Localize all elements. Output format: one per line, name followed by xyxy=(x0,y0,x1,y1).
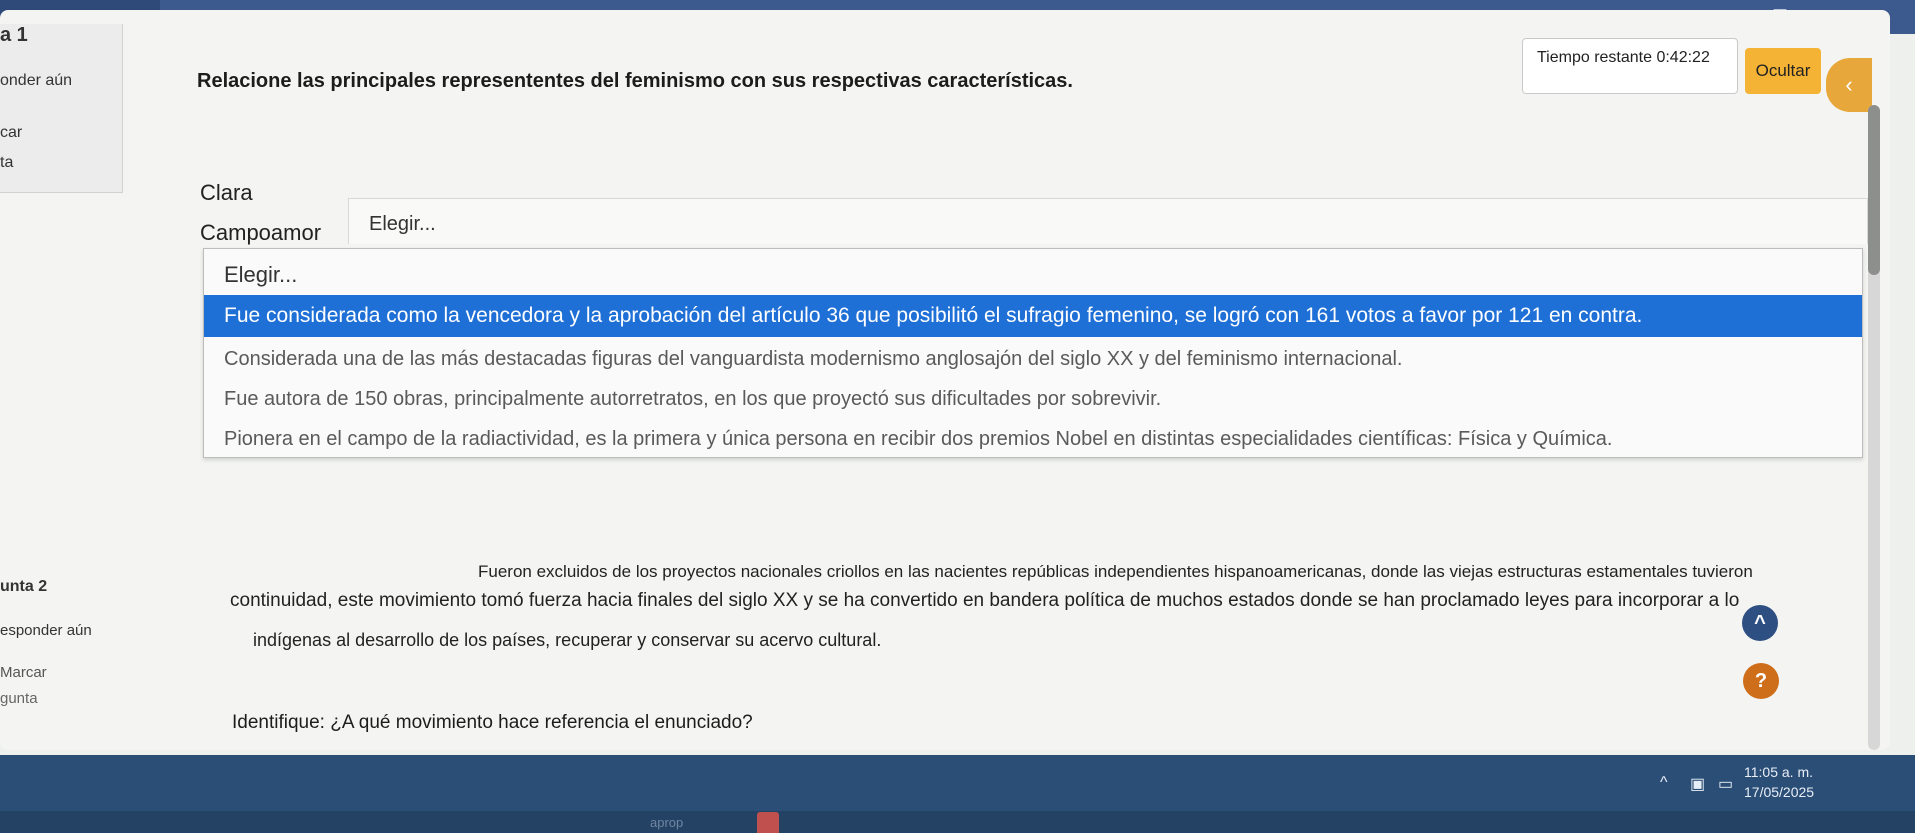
question-1-mark[interactable]: car xyxy=(0,124,22,142)
question-2-flag[interactable]: gunta xyxy=(0,690,38,707)
tray-chevron-up-icon[interactable]: ^ xyxy=(1660,774,1668,792)
question-2-label: unta 2 xyxy=(0,578,48,595)
hide-timer-button[interactable]: Ocultar xyxy=(1745,48,1821,94)
chevron-left-icon[interactable]: ‹ xyxy=(1826,58,1872,112)
scroll-up-icon[interactable]: ^ xyxy=(1742,605,1778,641)
question-1-flag[interactable]: ta xyxy=(0,154,13,172)
page-scrollbar[interactable] xyxy=(1868,105,1880,750)
taskbar xyxy=(0,755,1915,833)
match-select-value: Elegir... xyxy=(369,213,436,235)
question-1-status: onder aún xyxy=(0,72,73,89)
clock-date: 17/05/2025 xyxy=(1744,784,1815,800)
timer-text: Tiempo restante 0:42:22 xyxy=(1537,49,1710,66)
match-name-line-2: Campoamor xyxy=(200,220,322,245)
dropdown-option-highlighted[interactable]: Fue considerada como la vencedora y la a… xyxy=(204,295,1862,337)
scrollbar-thumb[interactable] xyxy=(1868,105,1880,275)
question-2-prompt: Identifique: ¿A qué movimiento hace refe… xyxy=(232,712,753,734)
question-2-mark[interactable]: Marcar xyxy=(0,664,47,681)
question-2-text-line-2: indígenas al desarrollo de los países, r… xyxy=(253,630,882,650)
question-2-text-top: Fueron excluidos de los proyectos nacion… xyxy=(478,562,1753,581)
tray-network-icon[interactable]: ▣ xyxy=(1690,774,1705,794)
dropdown-option[interactable]: Elegir... xyxy=(204,255,1862,295)
question-2-status: esponder aún xyxy=(0,622,92,639)
dropdown-option[interactable]: Considerada una de las más destacadas fi… xyxy=(204,339,1862,379)
match-select[interactable]: Elegir... xyxy=(348,198,1868,244)
question-1-label: a 1 xyxy=(0,24,28,46)
dropdown-option[interactable]: Fue autora de 150 obras, principalmente … xyxy=(204,379,1862,419)
identify-question: ¿A qué movimiento hace referencia el enu… xyxy=(330,712,753,733)
taskbar-band xyxy=(0,811,1915,833)
question-1-text: Relacione las principales represententes… xyxy=(197,70,1073,92)
help-icon[interactable]: ? xyxy=(1743,663,1779,699)
taskbar-app-icon[interactable] xyxy=(757,812,779,833)
timer-box: Tiempo restante 0:42:22 xyxy=(1522,38,1738,94)
identify-label: Identifique: xyxy=(232,712,325,733)
dropdown-option[interactable]: Pionera en el campo de la radiactividad,… xyxy=(204,419,1862,459)
clock-time: 11:05 a. m. xyxy=(1744,764,1814,780)
question-1-info: a 1 onder aún car ta xyxy=(0,24,123,193)
question-2-text-line-1: continuidad, este movimiento tomó fuerza… xyxy=(230,590,1740,611)
taskbar-clock[interactable]: 11:05 a. m. 17/05/2025 xyxy=(1744,762,1814,802)
match-dropdown-list: Elegir... Fue considerada como la venced… xyxy=(203,248,1863,458)
match-name-line-1: Clara xyxy=(200,180,253,205)
taskbar-label: aprop xyxy=(650,815,684,830)
tray-display-icon[interactable]: ▭ xyxy=(1718,774,1733,794)
